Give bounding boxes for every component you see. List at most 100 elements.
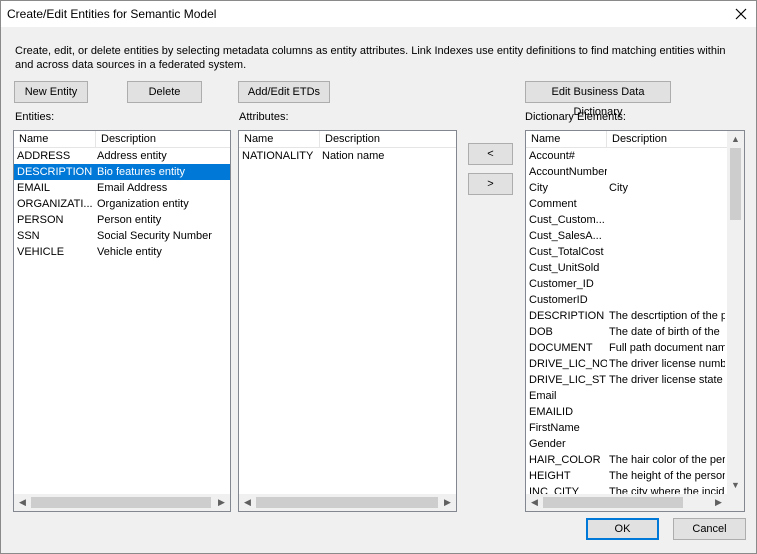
dictionary-list-header: Name Description bbox=[526, 131, 727, 148]
scroll-down-icon[interactable]: ▼ bbox=[727, 477, 744, 494]
dictionary-name-column-header[interactable]: Name bbox=[526, 131, 607, 147]
item-name: ORGANIZATI... bbox=[17, 198, 93, 210]
new-entity-button[interactable]: New Entity bbox=[14, 81, 88, 103]
move-right-button[interactable]: > bbox=[468, 173, 513, 195]
item-name: ADDRESS bbox=[17, 150, 71, 162]
scroll-thumb[interactable] bbox=[730, 148, 741, 220]
item-name: CustomerID bbox=[529, 294, 588, 306]
item-name: Gender bbox=[529, 438, 566, 450]
list-item[interactable]: PERSON Person entity bbox=[14, 212, 230, 228]
list-item[interactable]: FirstName bbox=[526, 420, 727, 436]
item-name: SSN bbox=[17, 230, 40, 242]
title-bar[interactable]: Create/Edit Entities for Semantic Model bbox=[1, 1, 756, 27]
scroll-up-icon[interactable]: ▲ bbox=[727, 131, 744, 148]
item-name: FirstName bbox=[529, 422, 580, 434]
item-description: Vehicle entity bbox=[97, 246, 162, 258]
list-item[interactable]: ADDRESS Address entity bbox=[14, 148, 230, 164]
list-item[interactable]: Email bbox=[526, 388, 727, 404]
dictionary-description-column-header[interactable]: Description bbox=[607, 131, 727, 147]
item-description: City bbox=[609, 182, 628, 194]
attributes-description-column-header[interactable]: Description bbox=[320, 131, 456, 147]
list-item[interactable]: VEHICLE Vehicle entity bbox=[14, 244, 230, 260]
entities-name-column-header[interactable]: Name bbox=[14, 131, 96, 147]
scroll-thumb[interactable] bbox=[31, 497, 211, 508]
list-item[interactable]: Gender bbox=[526, 436, 727, 452]
scroll-left-icon[interactable]: ◀ bbox=[14, 494, 31, 511]
scroll-right-icon[interactable]: ▶ bbox=[439, 494, 456, 511]
list-item[interactable]: DRIVE_LIC_ST The driver license state o bbox=[526, 372, 727, 388]
item-name: NATIONALITY bbox=[242, 150, 314, 162]
item-description: The height of the person bbox=[609, 470, 725, 482]
attributes-list[interactable]: Name Description NATIONALITY Nation name … bbox=[238, 130, 457, 512]
list-item[interactable]: HAIR_COLOR The hair color of the per bbox=[526, 452, 727, 468]
item-description: Address entity bbox=[97, 150, 167, 162]
item-description: The driver license numbe bbox=[609, 358, 725, 370]
instructions-text: Create, edit, or delete entities by sele… bbox=[15, 45, 726, 71]
entities-horizontal-scrollbar[interactable]: ◀ ▶ bbox=[14, 494, 230, 511]
list-item[interactable]: Cust_SalesA... bbox=[526, 228, 727, 244]
list-item[interactable]: Account# bbox=[526, 148, 727, 164]
dictionary-horizontal-scrollbar[interactable]: ◀ ▶ bbox=[526, 494, 727, 511]
list-item[interactable]: Cust_TotalCost bbox=[526, 244, 727, 260]
item-name: PERSON bbox=[17, 214, 64, 226]
scroll-right-icon[interactable]: ▶ bbox=[213, 494, 230, 511]
scroll-right-icon[interactable]: ▶ bbox=[710, 494, 727, 511]
scrollbar-corner bbox=[727, 494, 744, 511]
list-item[interactable]: NATIONALITY Nation name bbox=[239, 148, 456, 164]
scroll-thumb[interactable] bbox=[256, 497, 438, 508]
item-name: HEIGHT bbox=[529, 470, 571, 482]
attributes-horizontal-scrollbar[interactable]: ◀ ▶ bbox=[239, 494, 456, 511]
attributes-name-column-header[interactable]: Name bbox=[239, 131, 320, 147]
item-name: DESCRIPTION bbox=[529, 310, 605, 322]
item-description: Email Address bbox=[97, 182, 168, 194]
list-item[interactable]: Customer_ID bbox=[526, 276, 727, 292]
list-item[interactable]: HEIGHT The height of the person bbox=[526, 468, 727, 484]
move-left-button[interactable]: < bbox=[468, 143, 513, 165]
item-name: Cust_TotalCost bbox=[529, 246, 604, 258]
item-description: The descrtiption of the p bbox=[609, 310, 725, 322]
list-item[interactable]: Cust_Custom... bbox=[526, 212, 727, 228]
attributes-list-header: Name Description bbox=[239, 131, 456, 148]
list-item[interactable]: EMAILID bbox=[526, 404, 727, 420]
item-name: DRIVE_LIC_NO bbox=[529, 358, 607, 370]
list-item[interactable]: Comment bbox=[526, 196, 727, 212]
entities-description-column-header[interactable]: Description bbox=[96, 131, 230, 147]
list-item[interactable]: SSN Social Security Number bbox=[14, 228, 230, 244]
item-name: DRIVE_LIC_ST bbox=[529, 374, 607, 386]
close-icon[interactable] bbox=[726, 1, 756, 27]
list-item[interactable]: Cust_UnitSold bbox=[526, 260, 727, 276]
entities-list[interactable]: Name Description ADDRESS Address entity DE… bbox=[13, 130, 231, 512]
dictionary-vertical-scrollbar[interactable]: ▲ ▼ bbox=[727, 131, 744, 494]
scroll-left-icon[interactable]: ◀ bbox=[526, 494, 543, 511]
scroll-thumb[interactable] bbox=[543, 497, 683, 508]
list-item[interactable]: DOCUMENT Full path document name bbox=[526, 340, 727, 356]
delete-button[interactable]: Delete bbox=[127, 81, 202, 103]
add-edit-etds-button[interactable]: Add/Edit ETDs bbox=[238, 81, 330, 103]
list-item[interactable]: City City bbox=[526, 180, 727, 196]
edit-business-data-dictionary-button[interactable]: Edit Business Data Dictionary bbox=[525, 81, 671, 118]
ok-button[interactable]: OK bbox=[586, 518, 659, 540]
item-description: Person entity bbox=[97, 214, 162, 226]
item-name: Cust_UnitSold bbox=[529, 262, 600, 274]
item-name: HAIR_COLOR bbox=[529, 454, 601, 466]
item-description: The hair color of the per bbox=[609, 454, 725, 466]
item-name: VEHICLE bbox=[17, 246, 65, 258]
scroll-left-icon[interactable]: ◀ bbox=[239, 494, 256, 511]
list-item[interactable]: DESCRIPTION Bio features entity bbox=[14, 164, 230, 180]
list-item[interactable]: DESCRIPTION The descrtiption of the p bbox=[526, 308, 727, 324]
list-item[interactable]: DRIVE_LIC_NO The driver license numbe bbox=[526, 356, 727, 372]
item-name: Cust_SalesA... bbox=[529, 230, 602, 242]
list-item[interactable]: CustomerID bbox=[526, 292, 727, 308]
cancel-button[interactable]: Cancel bbox=[673, 518, 746, 540]
entities-list-header: Name Description bbox=[14, 131, 230, 148]
entities-label: Entities: bbox=[15, 111, 55, 123]
dictionary-elements-label: Dictionary Elements: bbox=[525, 111, 626, 123]
list-item[interactable]: EMAIL Email Address bbox=[14, 180, 230, 196]
item-name: Account# bbox=[529, 150, 575, 162]
item-description: Full path document name bbox=[609, 342, 725, 354]
list-item[interactable]: AccountNumber bbox=[526, 164, 727, 180]
dictionary-elements-list[interactable]: Name Description Account# AccountNumber Ci… bbox=[525, 130, 745, 512]
dialog-window: Create/Edit Entities for Semantic Model … bbox=[0, 0, 757, 554]
list-item[interactable]: ORGANIZATI... Organization entity bbox=[14, 196, 230, 212]
list-item[interactable]: DOB The date of birth of the bbox=[526, 324, 727, 340]
